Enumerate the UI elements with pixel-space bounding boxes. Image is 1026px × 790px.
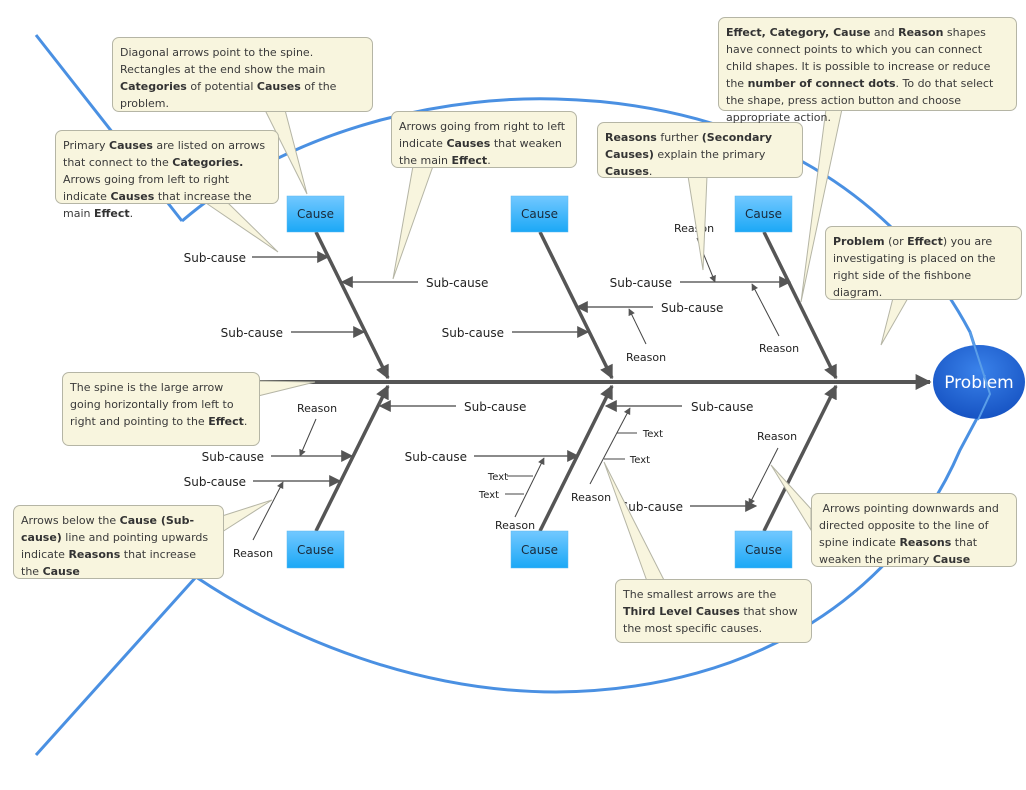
cause-box[interactable]: Cause bbox=[734, 530, 793, 569]
pointer-problem bbox=[880, 297, 909, 346]
cause-box[interactable]: Cause bbox=[510, 195, 569, 233]
reason-labels: Reason Reason Reason Reason Reason Reaso… bbox=[233, 222, 799, 560]
subcause-label[interactable]: Sub-cause bbox=[184, 475, 246, 489]
reason-label[interactable]: Reason bbox=[495, 519, 535, 532]
tail-lower-line bbox=[34, 575, 198, 757]
cause-label: Cause bbox=[745, 543, 782, 557]
callout-primary-causes: Primary Causes are listed on arrows that… bbox=[55, 130, 279, 220]
pointer-primary-causes bbox=[204, 202, 279, 253]
reason-arrows bbox=[252, 237, 780, 541]
pointer-spine bbox=[257, 380, 316, 397]
third-level-ticks bbox=[505, 432, 637, 495]
subcause-label[interactable]: Sub-cause bbox=[661, 301, 723, 315]
pointer-below-cause bbox=[221, 499, 273, 533]
cause-label: Cause bbox=[297, 543, 334, 557]
reason-label[interactable]: Reason bbox=[626, 351, 666, 364]
cause-label: Cause bbox=[521, 207, 558, 221]
subcause-label[interactable]: Sub-cause bbox=[691, 400, 753, 414]
third-level-label[interactable]: Text bbox=[642, 429, 663, 440]
subcause-label[interactable]: Sub-cause bbox=[610, 276, 672, 290]
callout-diagonal-arrows: Diagonal arrows point to the spine. Rect… bbox=[112, 37, 373, 112]
callout-right-to-left: Arrows going from right to left indicate… bbox=[391, 111, 577, 168]
callout-pointers bbox=[204, 108, 909, 585]
reason-label[interactable]: Reason bbox=[757, 430, 797, 443]
callout-below-cause: Arrows below the Cause (Sub-cause) line … bbox=[13, 505, 224, 579]
bone-top-2 bbox=[538, 231, 614, 380]
reason-label[interactable]: Reason bbox=[674, 222, 714, 235]
reason-arrow bbox=[299, 418, 317, 457]
reason-label[interactable]: Reason bbox=[297, 402, 337, 415]
pointer-right-to-left bbox=[392, 165, 434, 280]
cause-label: Cause bbox=[745, 207, 782, 221]
third-level-label[interactable]: Text bbox=[487, 472, 508, 483]
reason-arrow bbox=[748, 447, 779, 506]
reason-label[interactable]: Reason bbox=[571, 491, 611, 504]
cause-box[interactable]: Cause bbox=[286, 195, 345, 233]
cause-box[interactable]: Cause bbox=[734, 195, 793, 233]
callout-spine: The spine is the large arrow going horiz… bbox=[62, 372, 260, 446]
callout-downwards: Arrows pointing downwards and directed o… bbox=[811, 493, 1017, 567]
subcause-label[interactable]: Sub-cause bbox=[405, 450, 467, 464]
bone-bottom-2 bbox=[538, 384, 614, 532]
reason-arrow bbox=[252, 481, 284, 541]
problem-effect[interactable]: Problem bbox=[933, 345, 1025, 419]
subcause-label[interactable]: Sub-cause bbox=[442, 326, 504, 340]
fish-body-curve bbox=[181, 97, 992, 694]
cause-box[interactable]: Cause bbox=[286, 530, 345, 569]
subcause-label[interactable]: Sub-cause bbox=[184, 251, 246, 265]
reason-arrow bbox=[628, 308, 647, 345]
subcause-label[interactable]: Sub-cause bbox=[202, 450, 264, 464]
reason-label[interactable]: Reason bbox=[233, 547, 273, 560]
third-level-label[interactable]: Text bbox=[629, 455, 650, 466]
reason-arrow bbox=[514, 457, 545, 518]
cause-label: Cause bbox=[297, 207, 334, 221]
bone-top-1 bbox=[314, 231, 390, 380]
subcause-label[interactable]: Sub-cause bbox=[221, 326, 283, 340]
callout-reasons-secondary: Reasons further (Secondary Causes) expla… bbox=[597, 122, 803, 178]
subcause-label[interactable]: Sub-cause bbox=[464, 400, 526, 414]
callout-problem-effect: Problem (or Effect) you are investigatin… bbox=[825, 226, 1022, 300]
reason-arrow bbox=[751, 283, 780, 337]
callout-third-level: The smallest arrows are the Third Level … bbox=[615, 579, 812, 643]
cause-box[interactable]: Cause bbox=[510, 530, 569, 569]
problem-label: Problem bbox=[944, 373, 1014, 393]
pointer-third-level bbox=[603, 461, 667, 585]
reason-label[interactable]: Reason bbox=[759, 342, 799, 355]
third-level-label[interactable]: Text bbox=[478, 490, 499, 501]
subcause-label[interactable]: Sub-cause bbox=[426, 276, 488, 290]
subcause-label[interactable]: Sub-cause bbox=[621, 500, 683, 514]
cause-label: Cause bbox=[521, 543, 558, 557]
callout-connect-points: Effect, Category, Cause and Reason shape… bbox=[718, 17, 1017, 124]
